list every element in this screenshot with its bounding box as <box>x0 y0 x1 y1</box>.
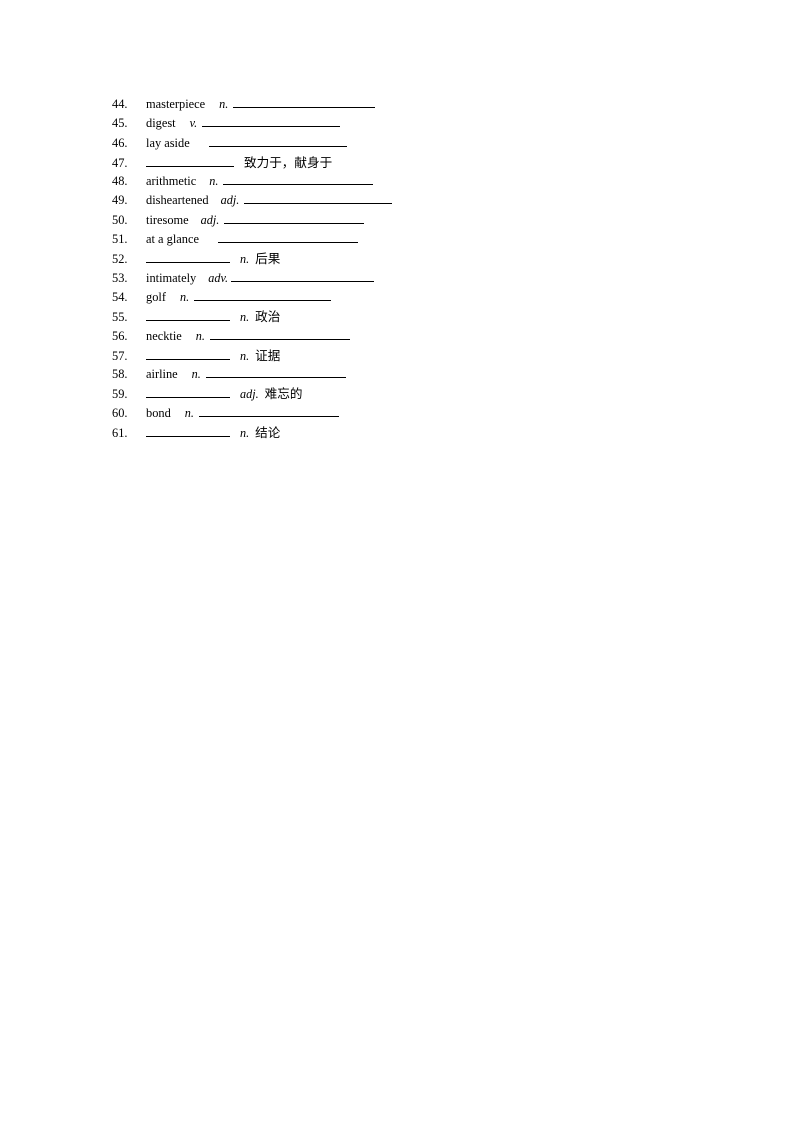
chinese-meaning: 政治 <box>255 309 281 325</box>
english-term: disheartened <box>146 193 209 208</box>
part-of-speech: n. <box>240 348 250 363</box>
item-number: 44. <box>112 97 128 111</box>
vocabulary-exercise-list: 44. masterpiece n. 45. digest v. 46. lay aside 4… <box>112 95 672 442</box>
english-term: bond <box>146 405 171 420</box>
answer-blank[interactable] <box>202 114 341 128</box>
part-of-speech: n. <box>195 328 205 343</box>
english-term: intimately <box>146 270 197 285</box>
document-page: 44. masterpiece n. 45. digest v. 46. lay aside 4… <box>0 0 794 1123</box>
part-of-speech: n. <box>184 405 194 420</box>
exercise-item: 49. disheartened adj. <box>112 191 672 210</box>
part-of-speech: adv. <box>208 270 228 285</box>
part-of-speech: adj. <box>240 387 259 402</box>
exercise-item: 46. lay aside <box>112 134 672 153</box>
english-term: lay aside <box>146 135 190 150</box>
chinese-meaning: 难忘的 <box>264 386 303 402</box>
answer-blank[interactable] <box>231 269 374 282</box>
part-of-speech: v. <box>189 116 198 131</box>
answer-blank[interactable] <box>194 288 332 301</box>
part-of-speech: n. <box>219 97 229 111</box>
item-number: 60. <box>112 405 128 420</box>
english-term: golf <box>146 289 166 304</box>
answer-blank[interactable] <box>198 404 339 417</box>
part-of-speech: n. <box>209 174 219 189</box>
chinese-meaning: 致力于，献身于 <box>244 154 333 170</box>
item-number: 46. <box>112 135 128 150</box>
answer-blank[interactable] <box>224 211 365 224</box>
exercise-item: 54. golf n. <box>112 288 672 307</box>
english-term: digest <box>146 116 176 131</box>
answer-blank[interactable] <box>146 308 230 322</box>
english-term: at a glance <box>146 232 199 247</box>
item-number: 50. <box>112 212 128 227</box>
item-number: 55. <box>112 310 128 325</box>
item-number: 56. <box>112 328 128 343</box>
exercise-item: 51. at a glance <box>112 230 672 249</box>
exercise-item: 45. digest v. <box>112 114 672 133</box>
item-number: 45. <box>112 116 128 131</box>
answer-blank[interactable] <box>205 365 346 379</box>
part-of-speech: n. <box>240 426 250 441</box>
answer-blank[interactable] <box>233 95 376 108</box>
item-number: 53. <box>112 270 128 285</box>
chinese-meaning: 结论 <box>255 425 281 441</box>
item-number: 47. <box>112 155 128 170</box>
exercise-item: 60. bond n. <box>112 404 672 423</box>
item-number: 51. <box>112 232 128 247</box>
english-term: necktie <box>146 328 182 343</box>
item-number: 52. <box>112 252 128 267</box>
part-of-speech: n. <box>191 367 201 382</box>
part-of-speech: n. <box>240 252 250 267</box>
english-term: masterpiece <box>146 97 206 111</box>
exercise-item: 50. tiresome adj. <box>112 211 672 230</box>
exercise-item: 56. necktie n. <box>112 327 672 346</box>
answer-blank[interactable] <box>208 134 347 147</box>
answer-blank[interactable] <box>244 191 393 205</box>
item-number: 59. <box>112 387 128 402</box>
item-number: 48. <box>112 174 128 189</box>
exercise-item: 52. n. 后果 <box>112 249 672 268</box>
answer-blank[interactable] <box>217 230 358 244</box>
answer-blank[interactable] <box>223 172 374 186</box>
answer-blank[interactable] <box>146 385 230 399</box>
answer-blank[interactable] <box>146 250 230 264</box>
item-number: 54. <box>112 289 128 304</box>
english-term: arithmetic <box>146 174 197 189</box>
exercise-item: 55. n. 政治 <box>112 307 672 326</box>
english-term: tiresome <box>146 212 189 227</box>
exercise-item: 58. airline n. <box>112 365 672 384</box>
exercise-item: 47. 致力于，献身于 <box>112 153 672 172</box>
exercise-item: 53. intimately adv. <box>112 269 672 288</box>
part-of-speech: n. <box>240 310 250 325</box>
part-of-speech: n. <box>179 289 190 304</box>
item-number: 57. <box>112 348 128 363</box>
answer-blank[interactable] <box>146 347 230 360</box>
answer-blank[interactable] <box>146 424 230 438</box>
answer-blank[interactable] <box>209 327 350 340</box>
part-of-speech: adj. <box>220 193 240 208</box>
item-number: 61. <box>112 426 128 441</box>
item-number: 58. <box>112 367 128 382</box>
exercise-item: 48. arithmetic n. <box>112 172 672 191</box>
chinese-meaning: 证据 <box>255 347 281 363</box>
exercise-item: 57. n. 证据 <box>112 346 672 365</box>
english-term: airline <box>146 367 178 382</box>
chinese-meaning: 后果 <box>255 251 281 267</box>
exercise-item: 59. adj. 难忘的 <box>112 384 672 403</box>
answer-blank[interactable] <box>146 154 234 167</box>
part-of-speech: adj. <box>200 212 220 227</box>
item-number: 49. <box>112 193 128 208</box>
exercise-item: 44. masterpiece n. <box>112 95 672 114</box>
exercise-item: 61. n. 结论 <box>112 423 672 442</box>
